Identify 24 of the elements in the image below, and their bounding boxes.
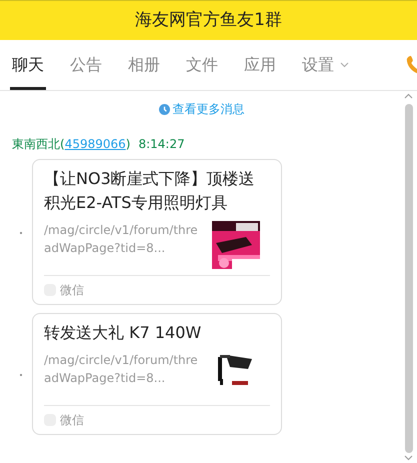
tab[interactable]: 相册 <box>126 50 162 90</box>
card-title: 【让NO3断崖式下降】顶楼送积光E2-ATS专用照明灯具 <box>44 168 256 214</box>
tab[interactable]: 聊天 <box>10 50 46 90</box>
message-card[interactable]: 转发送大礼 K7 140W /mag/circle/v1/forum/threadWapPage?tid=8... 微信 <box>32 313 282 435</box>
clock-icon <box>158 104 170 114</box>
sender-id-link[interactable]: 45989066 <box>64 137 126 151</box>
tab[interactable]: 公告 <box>68 50 104 90</box>
scrollbar-thumb[interactable] <box>404 104 412 453</box>
scroll-down-icon[interactable] <box>404 455 413 461</box>
card-url: /mag/circle/v1/forum/threadWapPage?tid=8... <box>44 352 199 387</box>
card-url: /mag/circle/v1/forum/threadWapPage?tid=8... <box>44 222 199 257</box>
source-label: 微信 <box>60 412 84 429</box>
tab[interactable]: 设置 <box>300 50 351 90</box>
message-time: 8:14:27 <box>138 136 185 153</box>
window-title: 海友网官方鱼友1群 <box>135 8 282 32</box>
card-title: 转发送大礼 K7 140W <box>44 322 202 344</box>
source-label: 微信 <box>60 282 84 299</box>
chevron-icon <box>340 62 349 68</box>
tab[interactable]: 文件 <box>184 50 220 90</box>
scroll-up-icon[interactable] <box>404 93 413 99</box>
sender-name: 東南西北(45989066) <box>12 136 130 153</box>
more-messages-link[interactable]: 查看更多消息 <box>172 100 244 118</box>
tab[interactable]: 应用 <box>242 50 278 90</box>
message-card[interactable]: 【让NO3断崖式下降】顶楼送积光E2-ATS专用照明灯具 /mag/circle/v1/forum/threadWapPage?tid=8... 微信 <box>32 159 282 305</box>
